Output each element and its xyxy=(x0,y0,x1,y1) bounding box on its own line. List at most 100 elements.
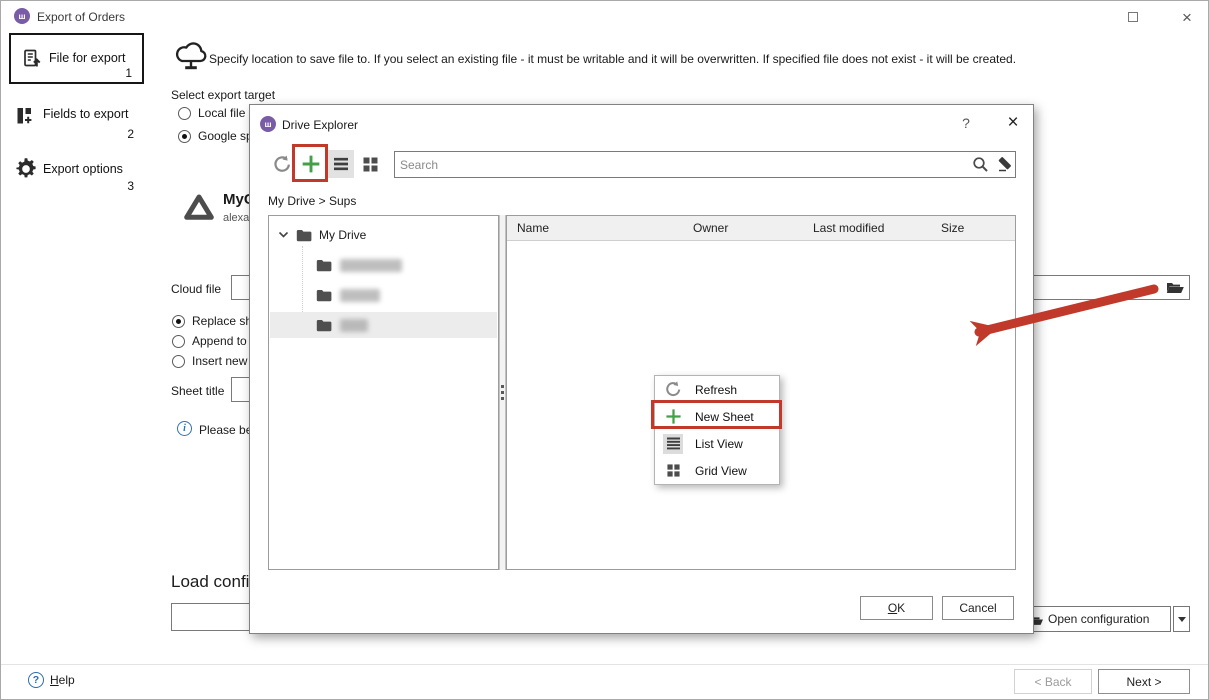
context-menu: Refresh New Sheet List View Grid View xyxy=(654,375,780,485)
radio-google-spreadsheet[interactable]: Google sp xyxy=(178,129,253,143)
radio-label: Insert new xyxy=(192,354,247,368)
cloud-save-icon xyxy=(173,39,209,73)
sidebar-step-label: Export options xyxy=(43,162,123,176)
menu-item-label: Grid View xyxy=(695,464,747,478)
chevron-down-icon xyxy=(1178,617,1186,622)
cancel-button[interactable]: Cancel xyxy=(942,596,1014,620)
radio-icon xyxy=(178,130,191,143)
chevron-down-icon[interactable] xyxy=(278,231,289,239)
fields-icon xyxy=(15,106,35,126)
folder-icon xyxy=(316,259,332,272)
drive-explorer-dialog: ш Drive Explorer ? × xyxy=(249,104,1034,634)
instruction-text: Specify location to save file to. If you… xyxy=(209,52,1016,66)
info-note-text: Please be xyxy=(199,423,252,437)
sidebar-step-number: 3 xyxy=(127,179,134,193)
menu-item-grid-view[interactable]: Grid View xyxy=(655,457,779,484)
load-configuration-heading: Load confi xyxy=(171,572,249,592)
dialog-close-button[interactable]: × xyxy=(1002,112,1024,134)
search-icon[interactable] xyxy=(972,156,989,173)
splitter-grip-dot xyxy=(501,397,504,400)
app-logo-icon: ш xyxy=(14,8,30,24)
radio-insert-new[interactable]: Insert new xyxy=(172,354,247,368)
window-title: Export of Orders xyxy=(37,10,125,24)
tree-item-my-drive[interactable]: My Drive xyxy=(270,222,497,248)
open-configuration-button[interactable]: Open configuration xyxy=(1021,606,1171,632)
tree-item-folder[interactable] xyxy=(270,282,497,308)
account-email: alexa xyxy=(223,212,249,224)
refresh-icon xyxy=(663,380,683,400)
splitter-grip-dot xyxy=(501,385,504,388)
list-view-icon xyxy=(663,434,683,454)
menu-item-list-view[interactable]: List View xyxy=(655,430,779,457)
open-configuration-dropdown[interactable] xyxy=(1173,606,1190,632)
next-button[interactable]: Next > xyxy=(1098,669,1190,694)
radio-label: Google sp xyxy=(198,129,253,143)
redacted-folder-name xyxy=(340,259,402,272)
column-header-last-modified[interactable]: Last modified xyxy=(813,221,884,235)
dialog-help-button[interactable]: ? xyxy=(956,115,976,135)
browse-folder-icon[interactable] xyxy=(1166,280,1185,295)
tree-item-folder-selected[interactable] xyxy=(270,312,497,338)
dialog-title: Drive Explorer xyxy=(282,118,358,132)
maximize-button[interactable] xyxy=(1119,5,1147,29)
redacted-folder-name xyxy=(340,319,368,332)
sheet-title-label: Sheet title xyxy=(171,384,224,398)
sidebar-step-fields-to-export[interactable]: Fields to export 2 xyxy=(9,99,144,143)
cloud-file-label: Cloud file xyxy=(171,282,221,296)
column-header-owner[interactable]: Owner xyxy=(693,221,728,235)
help-button[interactable]: ? Help xyxy=(28,672,75,688)
grid-view-button[interactable] xyxy=(358,152,382,176)
sidebar-step-file-for-export[interactable]: File for export 1 xyxy=(9,33,144,84)
radio-append-to[interactable]: Append to xyxy=(172,334,247,348)
folder-icon xyxy=(316,319,332,332)
menu-item-label: List View xyxy=(695,437,743,451)
annotation-box-toolbar-new-sheet xyxy=(292,144,328,182)
column-header-name[interactable]: Name xyxy=(517,221,549,235)
sidebar-step-label: Fields to export xyxy=(43,107,128,121)
column-header-size[interactable]: Size xyxy=(941,221,964,235)
radio-replace-sheet[interactable]: Replace sh xyxy=(172,314,252,328)
radio-icon xyxy=(178,107,191,120)
splitter-grip-dot xyxy=(501,391,504,394)
sidebar-step-label: File for export xyxy=(49,51,125,65)
breadcrumb[interactable]: My Drive > Sups xyxy=(268,194,356,208)
sidebar-step-export-options[interactable]: Export options 3 xyxy=(9,151,144,195)
maximize-icon xyxy=(1128,12,1138,22)
gear-icon xyxy=(14,157,38,181)
info-icon: i xyxy=(177,421,192,436)
radio-label: Append to xyxy=(192,334,247,348)
redacted-folder-name xyxy=(340,289,380,302)
list-view-button[interactable] xyxy=(328,150,354,178)
radio-icon xyxy=(172,315,185,328)
sidebar-step-number: 1 xyxy=(125,66,132,80)
list-view-icon xyxy=(333,157,349,171)
panel-splitter[interactable] xyxy=(499,215,506,570)
folder-tree-panel: My Drive xyxy=(268,215,499,570)
radio-label: Replace sh xyxy=(192,314,252,328)
file-export-icon xyxy=(23,49,43,69)
search-input[interactable] xyxy=(394,151,1016,178)
ok-label: OK xyxy=(888,601,905,615)
folder-icon xyxy=(296,229,312,242)
clear-search-icon[interactable] xyxy=(997,155,1013,172)
select-target-label: Select export target xyxy=(171,88,275,102)
grid-view-icon xyxy=(663,461,683,481)
grid-view-icon xyxy=(363,157,378,172)
menu-item-label: Refresh xyxy=(695,383,737,397)
refresh-button[interactable] xyxy=(270,151,294,177)
ok-button[interactable]: OK xyxy=(860,596,933,620)
sidebar-step-number: 2 xyxy=(127,127,134,141)
folder-icon xyxy=(316,289,332,302)
close-button[interactable]: × xyxy=(1173,5,1201,29)
tree-item-label: My Drive xyxy=(319,228,366,242)
tree-item-folder[interactable] xyxy=(270,252,497,278)
dialog-logo-icon: ш xyxy=(260,116,276,132)
refresh-icon xyxy=(273,155,292,174)
annotation-box-menu-new-sheet xyxy=(651,400,782,429)
menu-item-refresh[interactable]: Refresh xyxy=(655,376,779,403)
radio-local-file[interactable]: Local file xyxy=(178,106,245,120)
help-icon: ? xyxy=(28,672,44,688)
close-icon: × xyxy=(1182,9,1192,26)
google-drive-icon xyxy=(184,193,214,221)
back-button[interactable]: < Back xyxy=(1014,669,1092,694)
